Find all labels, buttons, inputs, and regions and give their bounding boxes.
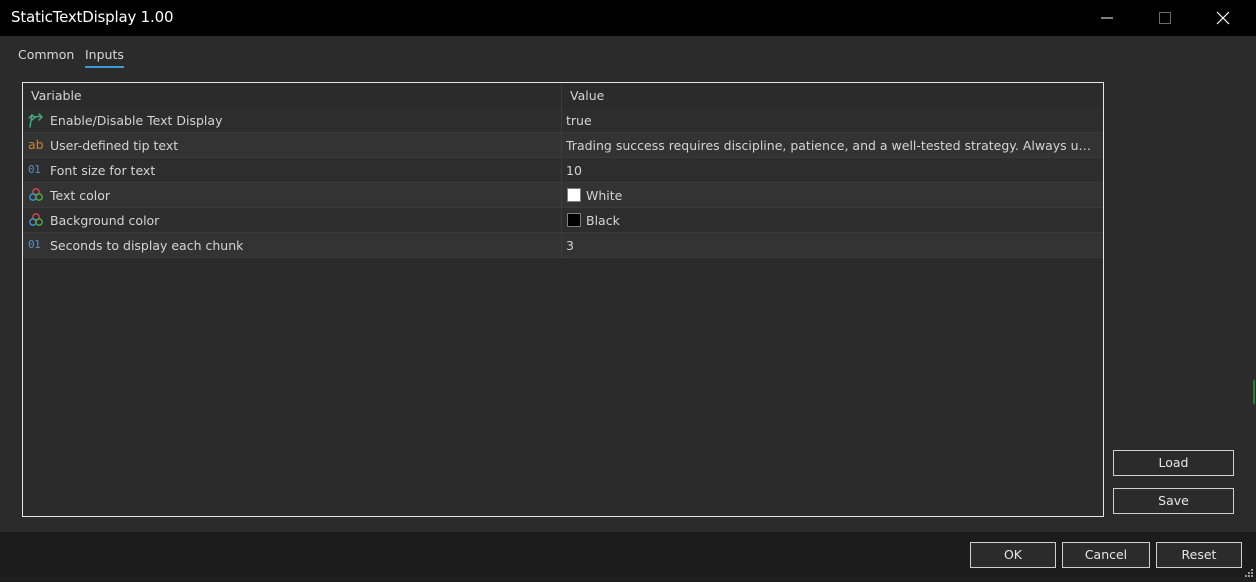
ok-button[interactable]: OK [970,542,1056,568]
number-01-icon: 01 [28,163,41,176]
table-row[interactable]: Background color Black [23,208,1103,233]
variable-name: Enable/Disable Text Display [50,113,223,128]
maximize-icon [1159,12,1171,24]
title-bar[interactable]: StaticTextDisplay 1.00 [0,0,1256,36]
variable-value[interactable]: Trading success requires discipline, pat… [566,138,1096,153]
minimize-icon [1101,17,1113,19]
tab-common[interactable]: Common [18,46,74,70]
variable-name: User-defined tip text [50,138,179,153]
save-button[interactable]: Save [1113,488,1234,514]
variable-value[interactable]: Black [586,213,1086,228]
edge-marker [1253,380,1255,404]
variable-name: Seconds to display each chunk [50,238,244,253]
table-row[interactable]: 01 Seconds to display each chunk 3 [23,233,1103,258]
variable-name: Text color [50,188,111,203]
column-header-variable[interactable]: Variable [31,88,82,103]
color-circles-icon [28,212,44,228]
resize-grip-icon[interactable] [1242,563,1254,577]
window-title: StaticTextDisplay 1.00 [11,8,174,26]
number-01-icon: 01 [28,238,41,251]
table-row[interactable]: Enable/Disable Text Display true [23,108,1103,133]
color-swatch-white[interactable] [567,188,581,202]
table-row[interactable]: Text color White [23,183,1103,208]
variable-name: Font size for text [50,163,156,178]
variable-name: Background color [50,213,160,228]
column-header-value[interactable]: Value [570,88,604,103]
boolean-arrow-icon [28,112,44,128]
load-button[interactable]: Load [1113,450,1234,476]
table-row[interactable]: ab User-defined tip text Trading success… [23,133,1103,158]
variable-value[interactable]: 10 [566,163,1096,178]
close-icon [1216,11,1230,25]
variable-value[interactable]: true [566,113,1096,128]
cancel-button[interactable]: Cancel [1062,542,1150,568]
tab-inputs[interactable]: Inputs [85,46,124,70]
inputs-table: Variable Value Enable/Disable Text Displ… [22,82,1104,517]
reset-button[interactable]: Reset [1156,542,1242,568]
table-row[interactable]: 01 Font size for text 10 [23,158,1103,183]
dialog-window: StaticTextDisplay 1.00 Common Inputs Var… [0,0,1256,577]
color-circles-icon [28,187,44,203]
table-header: Variable Value [23,83,1103,108]
column-separator[interactable] [561,83,562,257]
maximize-button[interactable] [1136,0,1194,36]
ab-string-icon: ab [28,137,44,152]
color-swatch-black[interactable] [567,213,581,227]
minimize-button[interactable] [1078,0,1136,36]
variable-value[interactable]: 3 [566,238,1096,253]
close-button[interactable] [1194,0,1252,36]
tab-common-label: Common [18,47,75,62]
active-tab-indicator [85,66,124,68]
tab-inputs-label: Inputs [85,47,124,62]
variable-value[interactable]: White [586,188,1086,203]
